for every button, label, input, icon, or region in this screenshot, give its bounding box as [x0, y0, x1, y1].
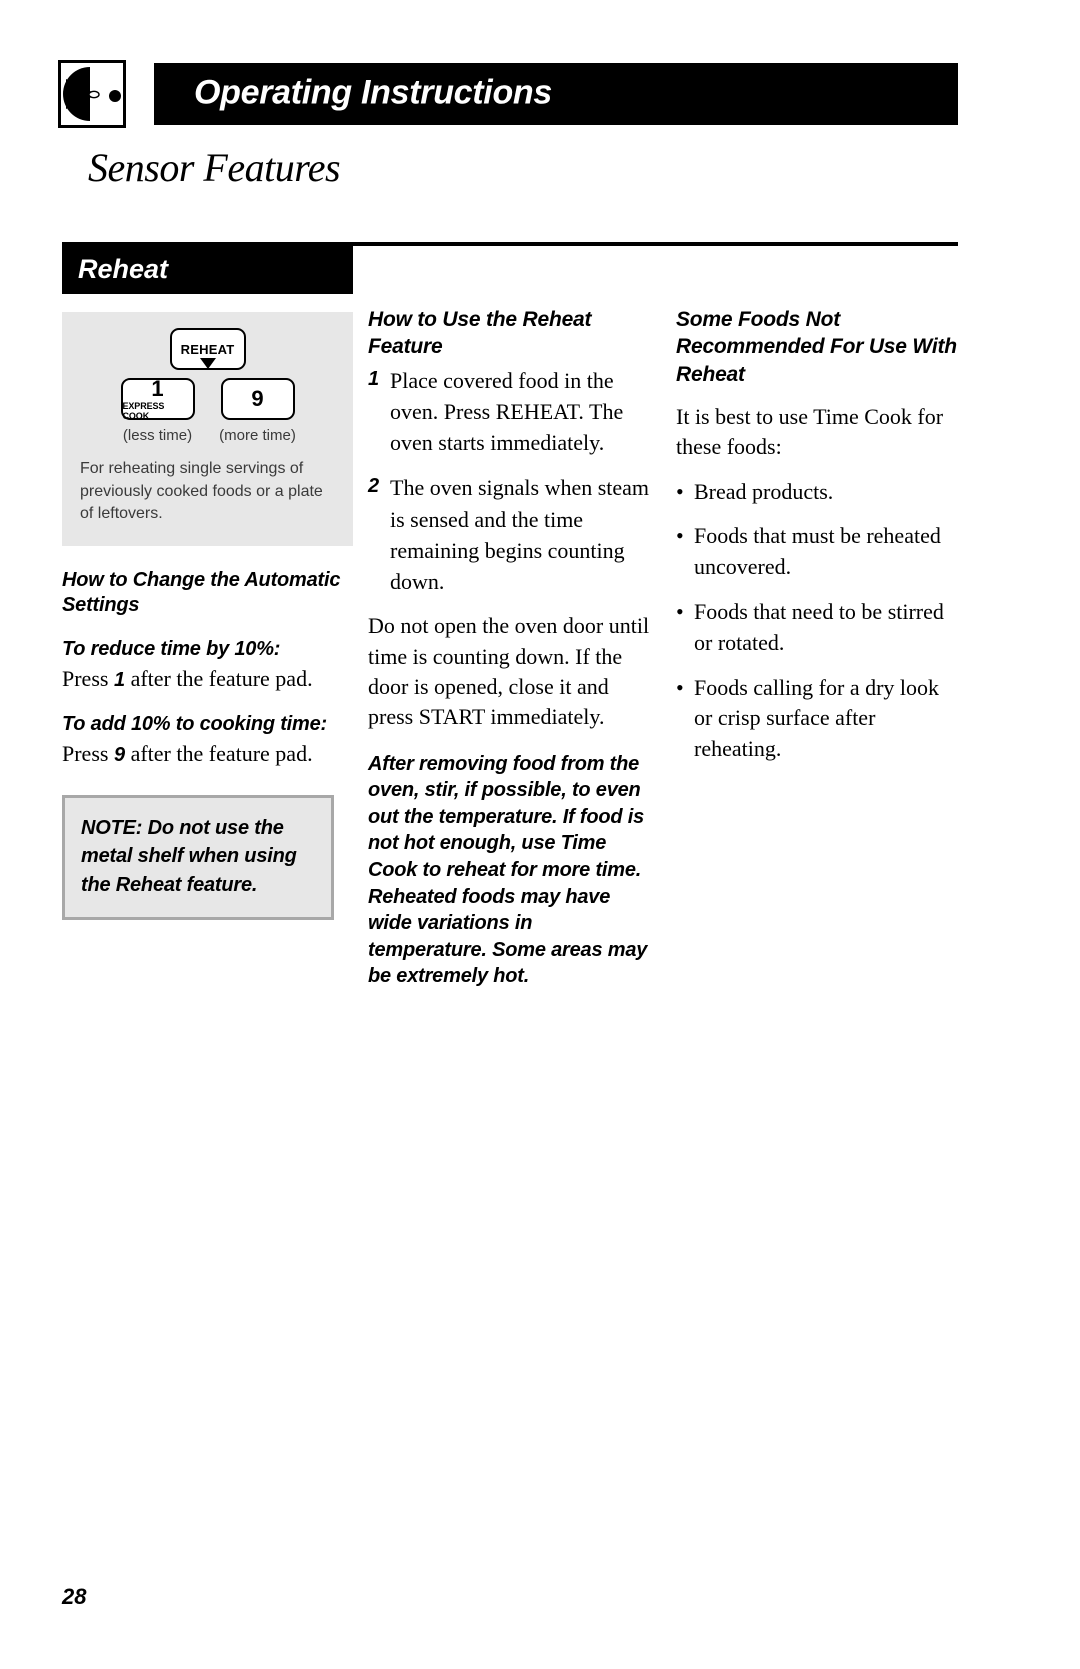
feature-bar-label: Reheat [78, 253, 169, 284]
middle-column: How to Use the Reheat Feature 1 Place co… [368, 306, 653, 990]
less-time-key-sublabel: EXPRESS COOK [122, 400, 165, 421]
more-time-key[interactable]: 9 [220, 378, 295, 420]
step-text: The oven signals when steam is sensed an… [390, 475, 650, 594]
reduce-press-suffix: after the feature pad. [125, 665, 313, 691]
bullet-icon: • [676, 674, 684, 700]
add-time-instruction: Press 9 after the feature pad. [62, 739, 353, 769]
pointer-arrow-icon [199, 358, 216, 369]
bullet-text: Foods that need to be stirred or rotated… [694, 599, 944, 655]
reheat-key-label: REHEAT [180, 341, 235, 357]
less-time-caption: (less time) [122, 427, 193, 444]
list-item: • Foods that must be reheated uncovered. [676, 521, 958, 583]
page-number: 28 [62, 1584, 87, 1609]
less-time-key-number: 1 [151, 375, 164, 401]
less-time-key[interactable]: 1 EXPRESS COOK [120, 375, 195, 421]
control-panel-description: For reheating single servings of previou… [80, 460, 323, 523]
reheat-key[interactable]: REHEAT [169, 328, 246, 370]
bullet-icon: • [676, 599, 684, 624]
page-title: Operating Instructions [194, 73, 552, 112]
bullet-icon: • [676, 523, 684, 549]
left-column-heading: How to Change the Automatic Settings [62, 569, 341, 617]
bullet-text: Foods calling for a dry look or crisp su… [694, 674, 940, 762]
left-column: REHEAT 1 EXPRESS COOK 9 (less time) (mor… [62, 312, 353, 921]
add-time-heading: To add 10% to cooking time: [62, 712, 327, 735]
step-number: 1 [368, 367, 380, 390]
list-item: • Foods that need to be stirred or rotat… [676, 597, 958, 659]
reheat-key-row: REHEAT [80, 328, 335, 370]
bullet-text: Foods that must be reheated uncovered. [694, 523, 941, 580]
middle-column-bold-paragraph: After removing food from the oven, stir,… [368, 752, 648, 988]
reduce-time-instruction: Press 1 after the feature pad. [62, 664, 353, 694]
bullet-text: Bread products. [694, 478, 834, 504]
add-press-prefix: Press [62, 740, 114, 766]
step-text: Place covered food in the oven. Press RE… [390, 367, 624, 456]
microwave-oven-icon [58, 60, 126, 128]
feature-bar: Reheat [62, 246, 353, 294]
add-press-key: 9 [113, 743, 126, 766]
list-item: 1 Place covered food in the oven. Press … [368, 365, 653, 459]
reduce-press-key: 1 [113, 668, 126, 691]
key-captions: (less time) (more time) [80, 427, 335, 444]
middle-column-paragraph: Do not open the oven door until time is … [368, 613, 650, 730]
page-header: Operating Instructions [58, 60, 958, 132]
right-column-heading: Some Foods Not Recommended For Use With … [676, 308, 957, 386]
list-item: • Bread products. [676, 477, 958, 508]
more-time-caption: (more time) [219, 427, 296, 444]
right-column-intro: It is best to use Time Cook for these fo… [676, 403, 944, 460]
section-title: Sensor Features [88, 145, 341, 190]
list-item: • Foods calling for a dry look or crisp … [676, 673, 958, 765]
reduce-press-prefix: Press [62, 665, 114, 691]
note-box: NOTE: Do not use the metal shelf when us… [62, 794, 334, 921]
bullet-icon: • [676, 478, 684, 504]
more-time-key-number: 9 [251, 386, 264, 411]
note-text: NOTE: Do not use the metal shelf when us… [81, 816, 297, 896]
header-banner: Operating Instructions [154, 63, 958, 125]
reduce-time-heading: To reduce time by 10%: [62, 637, 281, 660]
add-press-suffix: after the feature pad. [125, 740, 313, 766]
step-number: 2 [368, 475, 380, 498]
control-panel-diagram: REHEAT 1 EXPRESS COOK 9 (less time) (mor… [62, 312, 353, 547]
number-key-row: 1 EXPRESS COOK 9 [80, 375, 335, 421]
document-page: Operating Instructions Sensor Features R… [0, 0, 1080, 1669]
right-column: Some Foods Not Recommended For Use With … [676, 306, 958, 765]
middle-column-heading: How to Use the Reheat Feature [368, 308, 592, 359]
list-item: 2 The oven signals when steam is sensed … [368, 472, 653, 597]
